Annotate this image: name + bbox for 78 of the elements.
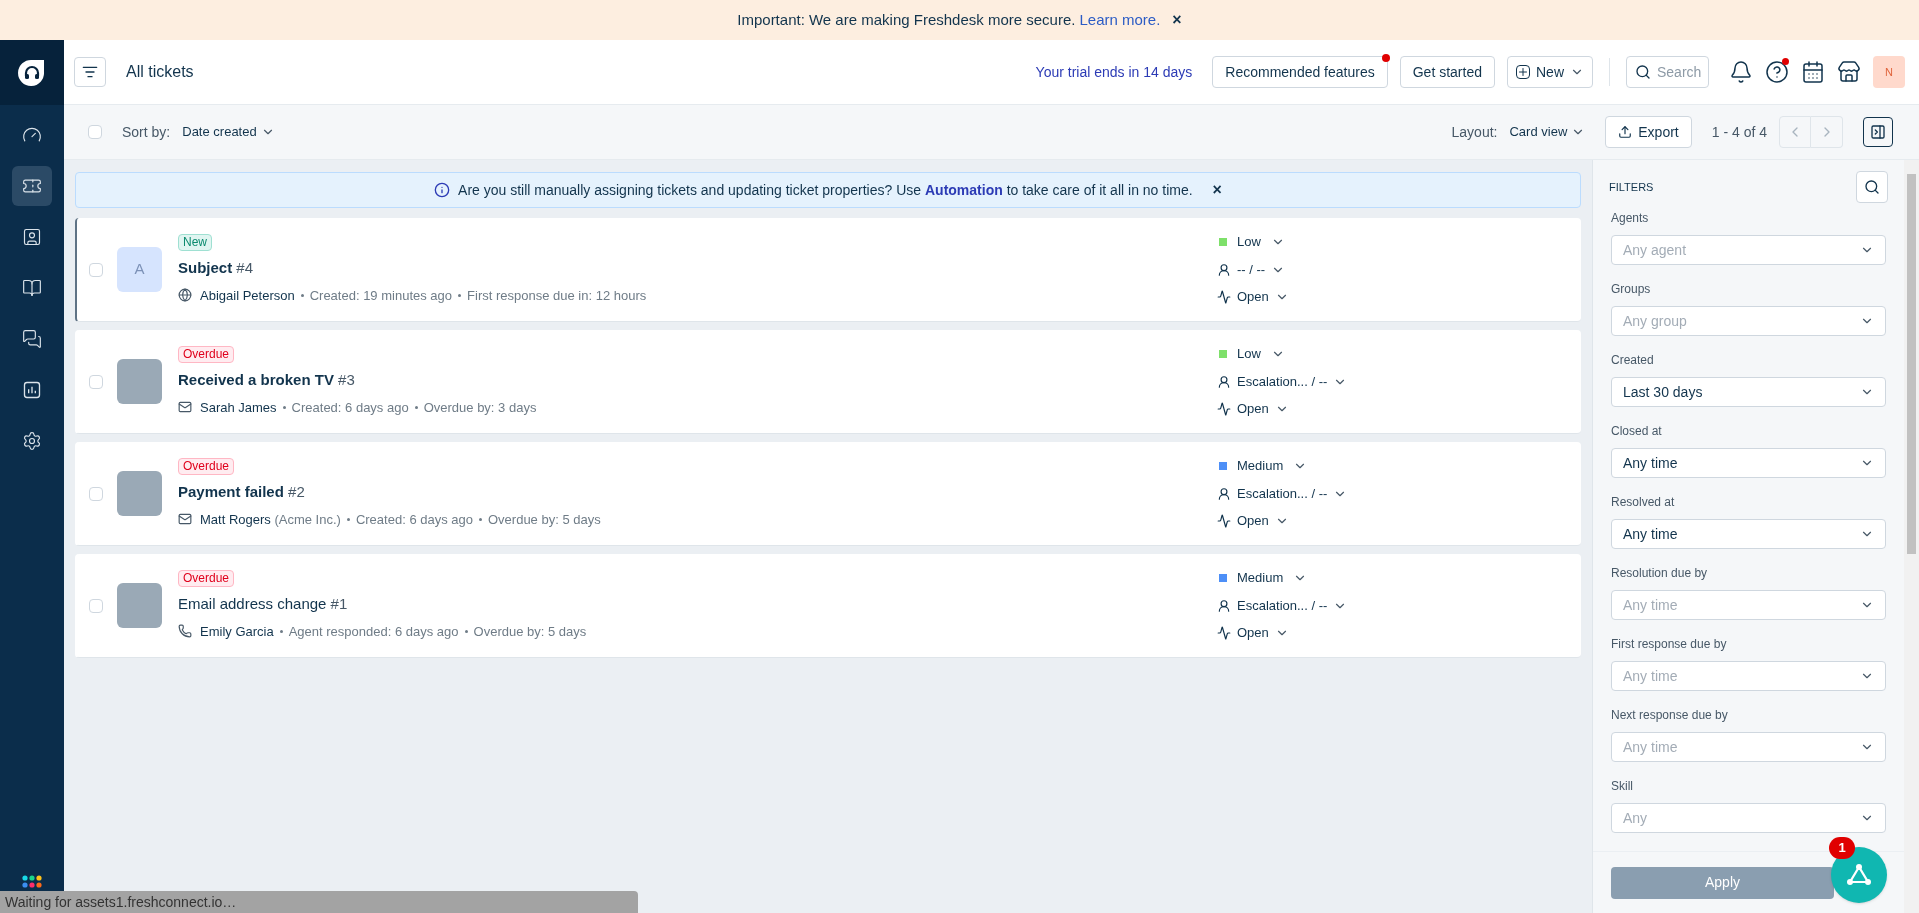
dropdown-value: Any time <box>1623 524 1678 544</box>
filter-dropdown[interactable]: Any time <box>1611 448 1886 478</box>
filter-label: Closed at <box>1611 423 1663 440</box>
dropdown-placeholder: Any group <box>1623 311 1687 331</box>
dropdown-placeholder: Any time <box>1623 737 1678 757</box>
priority-dropdown[interactable]: Low <box>1217 232 1285 252</box>
filter-label: Created <box>1611 352 1655 369</box>
filter-dropdown[interactable]: Last 30 days <box>1611 377 1886 407</box>
dropdown-value: Last 30 days <box>1623 382 1703 402</box>
filter-label: Agents <box>1611 210 1650 227</box>
close-button[interactable]: × <box>1172 8 1182 32</box>
assignment-dropdown[interactable]: Escalation... / -- <box>1217 483 1348 504</box>
ticket-meta: Created: 6 days ago <box>355 510 473 529</box>
status-badge: New <box>178 234 212 251</box>
recommended-features-button[interactable]: Recommended features <box>1212 56 1388 88</box>
ticket-subject-link[interactable]: Payment failed #2 <box>178 481 601 504</box>
requester-name: Sarah James <box>200 398 277 417</box>
ticket-meta: Created: 6 days ago <box>291 398 409 417</box>
dropdown-placeholder: Any agent <box>1623 240 1687 260</box>
ticket-meta: Created: 19 minutes ago <box>309 286 453 305</box>
filter-label: Groups <box>1611 281 1652 298</box>
ticket-subject-link[interactable]: Email address change #1 <box>178 593 587 616</box>
initial-avatar: A <box>117 247 162 292</box>
ticket-meta: Overdue by: 3 days <box>423 398 537 417</box>
filters-title: FILTERS <box>1609 179 1654 195</box>
status-badge: Overdue <box>178 346 235 363</box>
dropdown-placeholder: Any time <box>1623 595 1678 615</box>
trial-link[interactable]: Your trial ends in 14 days <box>1035 61 1193 83</box>
filter-label: Resolved at <box>1611 494 1676 511</box>
layout-label: Layout: <box>1451 122 1498 142</box>
search-field[interactable]: Search <box>1626 56 1709 88</box>
ticket-status-dropdown[interactable]: Open <box>1217 623 1289 643</box>
ticket-subject-link[interactable]: Received a broken TV #3 <box>178 369 537 392</box>
page-title: All tickets <box>126 62 194 82</box>
filter-label: Skill <box>1611 778 1634 795</box>
status-badge: Overdue <box>178 458 235 475</box>
priority-dropdown[interactable]: Low <box>1217 344 1285 364</box>
filter-label: Resolution due by <box>1611 565 1709 582</box>
filter-dropdown[interactable]: Any time <box>1611 519 1886 549</box>
announcement-text: Important: We are making Freshdesk more secure. <box>737 9 1076 30</box>
automation-link[interactable]: Automation <box>924 181 1003 198</box>
requester-name: Matt Rogers (Acme Inc.) <box>200 510 341 529</box>
ticket-card[interactable]: Overdue Payment failed #2 Matt Rogers (Acme Inc.) Created: 6 days ago Overdue by: 5 days Medium Escalation... / -- Open <box>75 442 1581 546</box>
ticket-card[interactable]: A New Subject #4 Abigail Peterson Created: 19 minutes ago First response due in: 12 hours Low -- / -- Open <box>75 218 1581 322</box>
export-button[interactable]: Export <box>1605 116 1692 148</box>
ticket-status-dropdown[interactable]: Open <box>1217 399 1289 419</box>
pagination-text: 1 - 4 of 4 <box>1711 122 1767 142</box>
assignment-dropdown[interactable]: -- / -- <box>1217 259 1286 280</box>
sort-label: Sort by: <box>122 122 171 142</box>
assignment-dropdown[interactable]: Escalation... / -- <box>1217 595 1348 616</box>
dropdown-placeholder: Any <box>1623 808 1648 828</box>
dropdown-placeholder: Any time <box>1623 666 1678 686</box>
requester-name: Abigail Peterson <box>200 286 295 305</box>
assignment-dropdown[interactable]: Escalation... / -- <box>1217 371 1348 392</box>
ticket-meta: Overdue by: 5 days <box>473 622 587 641</box>
ticket-meta: Overdue by: 5 days <box>488 510 601 529</box>
tip-text: Are you still manually assigning tickets and updating ticket properties? Use Automation to take care of it all in no time. <box>458 180 1193 200</box>
dropdown-value: Any time <box>1623 453 1678 473</box>
status-badge: Overdue <box>178 570 235 587</box>
requester-name: Emily Garcia <box>200 622 274 641</box>
ticket-card[interactable]: Overdue Received a broken TV #3 Sarah James Created: 6 days ago Overdue by: 3 days Low Escalation... / -- Open <box>75 330 1581 434</box>
priority-dropdown[interactable]: Medium <box>1217 568 1308 588</box>
get-started-button[interactable]: Get started <box>1399 56 1495 88</box>
ticket-meta: Agent responded: 6 days ago <box>288 622 459 641</box>
close-button[interactable]: × <box>1212 178 1222 202</box>
ticket-status-dropdown[interactable]: Open <box>1217 287 1289 307</box>
sort-dropdown[interactable]: Date created <box>182 122 275 142</box>
ticket-subject-link[interactable]: Subject #4 <box>178 257 647 280</box>
layout-dropdown[interactable]: Card view <box>1509 122 1586 142</box>
filter-label: Next response due by <box>1611 707 1729 724</box>
priority-dropdown[interactable]: Medium <box>1217 456 1308 476</box>
ticket-card[interactable]: Overdue Email address change #1 Emily Garcia Agent responded: 6 days ago Overdue by: 5 days Medium Escalation... / -- Open <box>75 554 1581 658</box>
learn-more-link[interactable]: Learn more. <box>1079 8 1161 32</box>
ticket-meta: First response due in: 12 hours <box>467 286 647 305</box>
ticket-status-dropdown[interactable]: Open <box>1217 511 1289 531</box>
new-button[interactable]: New <box>1507 56 1593 88</box>
filter-label: First response due by <box>1611 636 1728 653</box>
browser-status-bar: Waiting for assets1.freshconnect.io… <box>0 891 638 913</box>
